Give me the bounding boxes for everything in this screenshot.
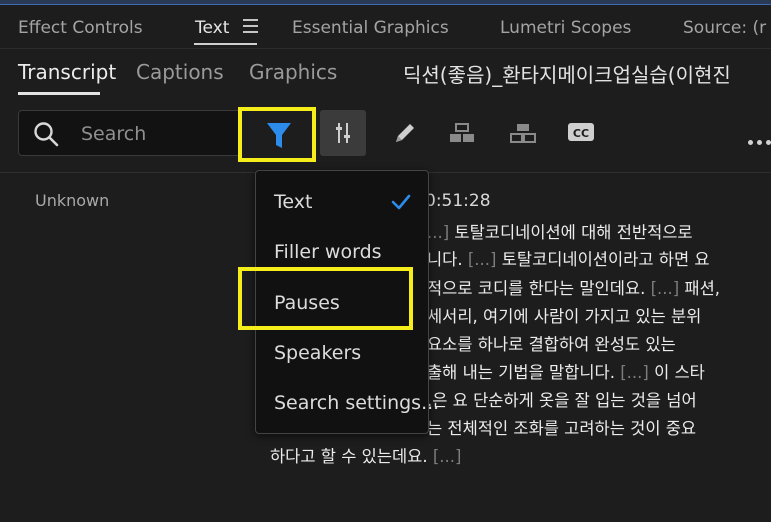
tab-essential-graphics[interactable]: Essential Graphics <box>292 18 449 38</box>
menu-item-filler-words[interactable]: Filler words <box>274 241 382 263</box>
transcript-line[interactable]: 세서리, 여기에 사람이 가지고 있는 분위 <box>427 303 701 327</box>
transcript-line[interactable]: 적으로 코디를 한다는 말인데요. [...] 패션, <box>427 275 720 299</box>
closed-captions-icon: CC <box>568 123 594 141</box>
checkmark-icon <box>391 194 411 210</box>
filter-dropdown-menu: Text Filler words Pauses Speakers Search… <box>255 170 439 434</box>
more-options-icon[interactable] <box>748 130 771 145</box>
tab-lumetri-scopes[interactable]: Lumetri Scopes <box>500 18 631 38</box>
tab-text[interactable]: Text <box>195 18 229 38</box>
sequence-title: 딕션(좋음)_환타지메이크업실습(이현진 <box>403 63 731 87</box>
transcript-line[interactable]: .은 요 단순하게 옷을 잘 입는 것을 넘어 <box>427 387 697 411</box>
tab-effect-controls[interactable]: Effect Controls <box>18 18 143 38</box>
active-tab-indicator <box>194 43 257 45</box>
split-segment-icon <box>510 124 536 143</box>
tab-source[interactable]: Source: (r <box>683 18 766 38</box>
transcript-line[interactable]: 니다. [...] 토탈코디네이션이라고 하면 요 <box>427 246 710 270</box>
transcript-line[interactable]: ...] 토탈코디네이션에 대해 전반적으로 <box>427 219 693 243</box>
merge-segments-button[interactable] <box>437 110 483 156</box>
tab-transcript[interactable]: Transcript <box>18 60 116 84</box>
search-icon <box>34 122 59 147</box>
sliders-icon <box>336 123 350 143</box>
tab-captions[interactable]: Captions <box>136 60 224 84</box>
edit-button[interactable] <box>382 110 428 156</box>
menu-item-search-settings[interactable]: Search settings... <box>274 392 439 414</box>
transcript-line[interactable]: 출해 내는 기법을 말합니다. [...] 이 스타 <box>427 359 705 383</box>
text-sub-tabs: Transcript Captions Graphics 딕션(좋음)_환타지메… <box>0 48 771 96</box>
text-panel: Effect Controls Text Essential Graphics … <box>0 0 771 522</box>
active-subtab-indicator <box>18 92 100 95</box>
merge-segments-icon <box>450 123 474 142</box>
svg-text:CC: CC <box>573 127 589 140</box>
panel-tab-bar: Effect Controls Text Essential Graphics … <box>0 5 771 49</box>
menu-item-speakers[interactable]: Speakers <box>274 342 361 364</box>
transcript-line[interactable]: 는 전체적인 조화를 고려하는 것이 중요 <box>427 415 696 439</box>
filter-button[interactable] <box>238 107 316 162</box>
menu-item-text[interactable]: Text <box>274 191 312 213</box>
transcript-line[interactable]: 하다고 할 수 있는데요. [...] <box>270 443 461 467</box>
split-segment-button[interactable] <box>498 110 544 156</box>
menu-item-pauses[interactable]: Pauses <box>274 292 340 314</box>
search-input[interactable] <box>79 119 233 149</box>
segment-timestamp[interactable]: 0:51:28 <box>425 191 491 211</box>
tab-graphics[interactable]: Graphics <box>249 60 337 84</box>
captions-button[interactable]: CC <box>556 110 602 156</box>
transcript-toolbar: CC <box>0 100 771 170</box>
transcript-line[interactable]: 요소를 하나로 결합하여 완성도 있는 <box>427 331 676 355</box>
search-box[interactable] <box>18 110 268 156</box>
pencil-icon <box>396 124 414 142</box>
speaker-label[interactable]: Unknown <box>35 191 109 210</box>
sliders-button[interactable] <box>320 110 366 156</box>
hamburger-icon[interactable] <box>243 19 258 35</box>
filter-icon <box>267 123 291 148</box>
